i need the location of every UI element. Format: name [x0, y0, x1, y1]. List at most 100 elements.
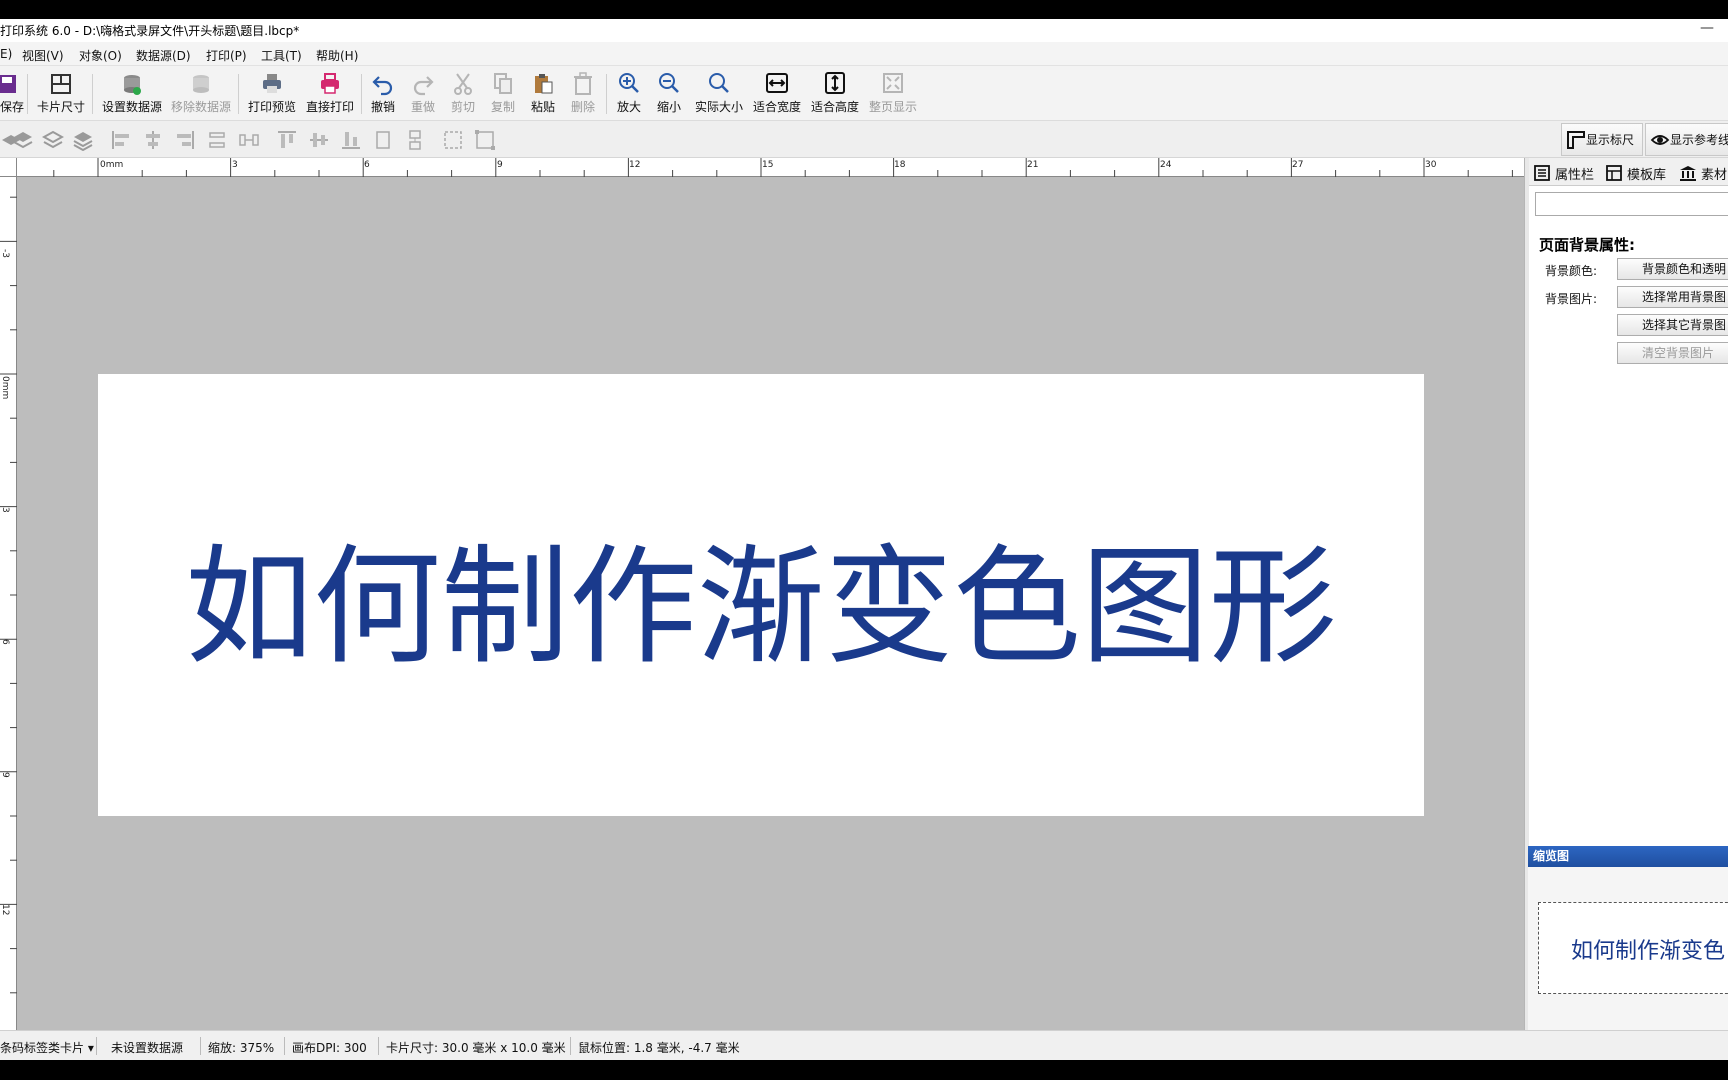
- undo-icon: [372, 76, 393, 96]
- property-search-input[interactable]: [1535, 192, 1728, 216]
- menu-view[interactable]: 视图(V): [22, 47, 64, 64]
- align-bottom-icon[interactable]: [340, 129, 362, 151]
- ruler-icon: [1567, 130, 1585, 149]
- same-width-icon[interactable]: [372, 129, 394, 151]
- tab-properties[interactable]: 属性栏: [1533, 162, 1594, 184]
- trash-icon: [574, 72, 592, 95]
- show-ruler-button[interactable]: 显示标尺: [1561, 123, 1643, 156]
- ruler-top-label: 30: [1425, 160, 1437, 170]
- align-left-icon[interactable]: [110, 129, 132, 151]
- distribute-vertical-icon[interactable]: [238, 129, 260, 151]
- toolbar-separator: [361, 74, 362, 114]
- align-middle-icon[interactable]: [308, 129, 330, 151]
- ruler-left-label: 9: [0, 772, 10, 778]
- dpi-status: 画布DPI: 300: [292, 1041, 367, 1055]
- bg-image-other-button[interactable]: 选择其它背景图: [1617, 314, 1728, 336]
- tab-templates[interactable]: 模板库: [1605, 162, 1666, 184]
- group-icon[interactable]: [442, 129, 464, 151]
- save-icon: [0, 75, 16, 93]
- ruler-left-label: 0mm: [0, 376, 10, 399]
- database-remove-icon: [193, 75, 209, 93]
- minimize-button[interactable]: —: [1700, 20, 1714, 36]
- section-title: 页面背景属性:: [1539, 236, 1635, 254]
- same-height-icon[interactable]: [404, 129, 426, 151]
- actual-size-label: 实际大小: [694, 100, 743, 114]
- print-preview-icon: [263, 74, 281, 93]
- ruler-top-ticks: 0mm 3 6 9 12 15 18 21 24 27 30: [53, 158, 1513, 177]
- copy-icon: [494, 73, 512, 94]
- ruler-corner[interactable]: [0, 158, 17, 177]
- card-type-dropdown[interactable]: 条码标签类卡片 ▾: [0, 1039, 94, 1056]
- printer-icon: [321, 73, 339, 94]
- zoom-status: 缩放: 375%: [208, 1041, 275, 1055]
- menu-help[interactable]: 帮助(H): [316, 47, 358, 64]
- bottom-black-band: [0, 1060, 1728, 1080]
- direct-print-label: 直接打印: [305, 100, 354, 114]
- cut-button[interactable]: 剪切: [448, 71, 478, 119]
- main-toolbar: 保存 卡片尺寸 设置数据源 移除数据源 打印预览 直接打印 撤销 重做 剪切 复…: [0, 66, 1728, 121]
- layer-bottom-icon[interactable]: [72, 129, 94, 151]
- zoom-in-icon: [619, 73, 639, 93]
- zoom-out-button[interactable]: 缩小: [654, 71, 684, 119]
- tab-library[interactable]: 素材: [1679, 162, 1727, 184]
- bg-color-button[interactable]: 背景颜色和透明: [1617, 258, 1728, 280]
- delete-button[interactable]: 删除: [568, 71, 598, 119]
- toolbar-separator: [606, 74, 607, 114]
- menu-tools[interactable]: 工具(T): [261, 47, 302, 64]
- layer-up-icon[interactable]: [12, 129, 34, 151]
- thumbnail-frame[interactable]: 如何制作渐变色: [1538, 902, 1728, 994]
- paste-button[interactable]: 粘贴: [528, 71, 558, 119]
- bg-image-clear-button[interactable]: 清空背景图片: [1617, 342, 1728, 364]
- thumbnail-panel: 如何制作渐变色: [1528, 867, 1728, 1030]
- undo-button[interactable]: 撤销: [368, 71, 398, 119]
- align-top-icon[interactable]: [276, 129, 298, 151]
- ruler-top-label: 24: [1160, 160, 1172, 170]
- align-center-icon[interactable]: [142, 129, 164, 151]
- print-preview-button[interactable]: 打印预览: [246, 71, 298, 119]
- remove-datasource-label: 移除数据源: [170, 100, 231, 114]
- bg-color-label: 背景颜色:: [1545, 264, 1598, 278]
- zoom-in-button[interactable]: 放大: [614, 71, 644, 119]
- bg-image-common-button[interactable]: 选择常用背景图: [1617, 286, 1728, 308]
- redo-button[interactable]: 重做: [408, 71, 438, 119]
- menu-datasource[interactable]: 数据源(D): [136, 47, 191, 64]
- card-size-label: 卡片尺寸: [36, 100, 85, 114]
- show-guides-button[interactable]: 显示参考线: [1645, 123, 1728, 156]
- canvas-text-object[interactable]: 如何制作渐变色图形: [98, 374, 1424, 816]
- scissors-icon: [454, 73, 472, 95]
- remove-datasource-button[interactable]: 移除数据源: [169, 71, 233, 119]
- fit-page-button[interactable]: 整页显示: [868, 71, 918, 119]
- app-window: 打印系统 6.0 - D:\嗨格式录屏文件\开头标题\题目.lbcp* — E)…: [0, 0, 1728, 1080]
- fit-width-label: 适合宽度: [752, 100, 801, 114]
- direct-print-button[interactable]: 直接打印: [304, 71, 356, 119]
- fit-width-button[interactable]: 适合宽度: [752, 71, 802, 119]
- redo-label: 重做: [410, 100, 435, 114]
- copy-button[interactable]: 复制: [488, 71, 518, 119]
- status-separator: [570, 1037, 571, 1055]
- toolbar-separator: [238, 74, 239, 114]
- fit-height-button[interactable]: 适合高度: [810, 71, 860, 119]
- layer-down-icon[interactable]: [42, 129, 64, 151]
- show-guides-label: 显示参考线: [1670, 133, 1728, 147]
- ruler-left: -3 0mm 3 6 9 12: [0, 177, 17, 1030]
- align-right-icon[interactable]: [174, 129, 196, 151]
- eye-icon: [1650, 134, 1670, 145]
- menu-print[interactable]: 打印(P): [206, 47, 247, 64]
- ungroup-icon[interactable]: [474, 129, 496, 151]
- card-page[interactable]: 如何制作渐变色图形: [98, 374, 1424, 816]
- distribute-horizontal-icon[interactable]: [206, 129, 228, 151]
- ruler-top-label: 3: [232, 160, 238, 170]
- ruler-left-label: 6: [0, 639, 10, 645]
- menu-object[interactable]: 对象(O): [79, 47, 122, 64]
- status-separator: [284, 1037, 285, 1055]
- right-panel-tabs: 属性栏 模板库 素材: [1529, 158, 1728, 186]
- cut-label: 剪切: [450, 100, 475, 114]
- library-icon: [1680, 166, 1696, 181]
- set-datasource-button[interactable]: 设置数据源: [100, 71, 164, 119]
- save-button[interactable]: 保存: [0, 71, 24, 119]
- menu-edit[interactable]: E): [0, 47, 12, 61]
- status-separator: [378, 1037, 379, 1055]
- actual-size-button[interactable]: 实际大小: [694, 71, 744, 119]
- ruler-top-label: 27: [1292, 160, 1303, 170]
- card-size-button[interactable]: 卡片尺寸: [35, 71, 87, 119]
